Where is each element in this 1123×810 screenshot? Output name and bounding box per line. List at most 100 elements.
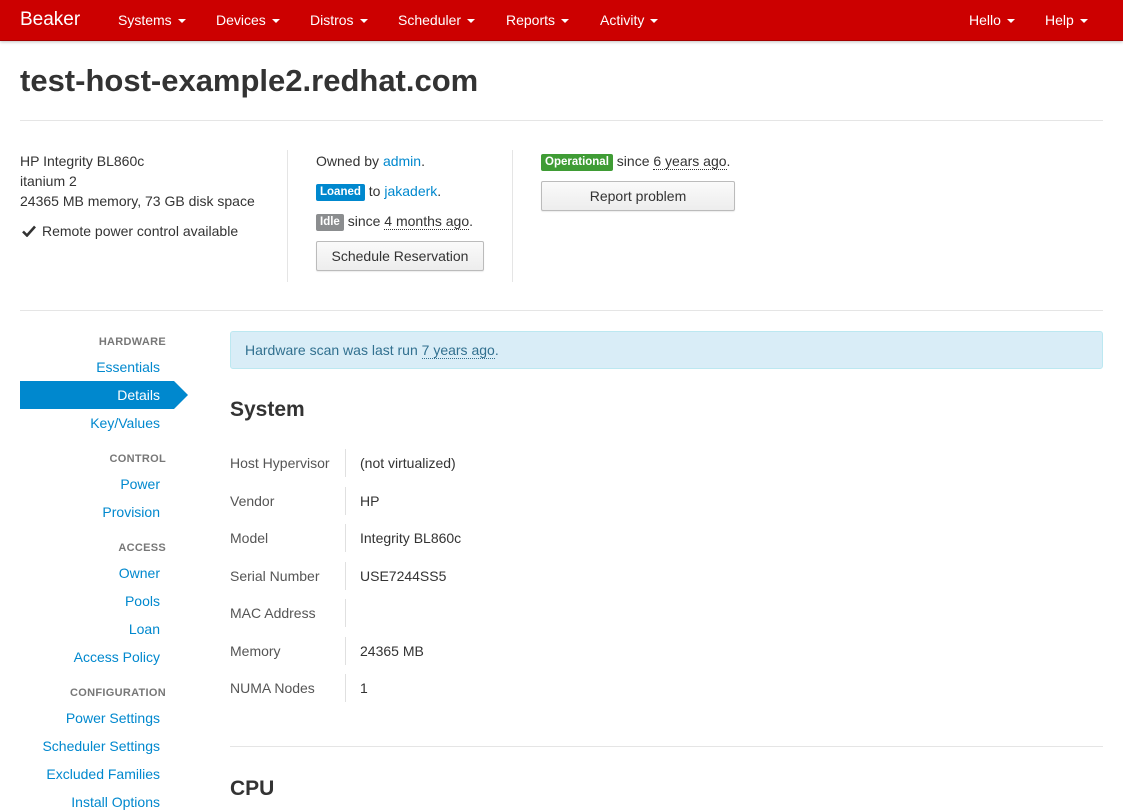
sidebar-item-access-policy[interactable]: Access Policy bbox=[74, 649, 160, 665]
divider bbox=[287, 150, 288, 282]
detail-label-memory: Memory bbox=[230, 643, 281, 659]
nav-scheduler-label: Scheduler bbox=[398, 12, 462, 28]
nav-hello[interactable]: Hello bbox=[969, 0, 1015, 40]
caret-down-icon bbox=[359, 19, 368, 24]
divider bbox=[230, 746, 1103, 747]
detail-label-serial-number: Serial Number bbox=[230, 568, 320, 584]
period: . bbox=[437, 183, 442, 199]
top-navbar: Beaker Systems Devices Distros Scheduler… bbox=[0, 0, 1123, 41]
nav-systems-label: Systems bbox=[118, 12, 172, 28]
idle-badge: Idle bbox=[316, 214, 344, 231]
sidebar-item-loan[interactable]: Loan bbox=[129, 621, 160, 637]
idle-status: Idle since 4 months ago. bbox=[316, 211, 473, 231]
sidebar-heading-configuration: CONFIGURATION bbox=[70, 687, 166, 699]
detail-value-model: Integrity BL860c bbox=[360, 530, 462, 546]
period: . bbox=[494, 342, 499, 358]
nav-help[interactable]: Help bbox=[1045, 0, 1088, 40]
sidebar-item-power[interactable]: Power bbox=[120, 476, 160, 492]
period: . bbox=[421, 153, 425, 169]
sidebar-heading-hardware: HARDWARE bbox=[98, 336, 166, 348]
detail-value-serial-number: USE7244SS5 bbox=[360, 568, 447, 584]
divider bbox=[345, 524, 346, 552]
nav-systems[interactable]: Systems bbox=[118, 0, 186, 40]
detail-value-numa-nodes: 1 bbox=[360, 680, 368, 696]
report-problem-button[interactable]: Report problem bbox=[541, 181, 735, 211]
nav-help-label: Help bbox=[1045, 12, 1074, 28]
divider bbox=[345, 562, 346, 590]
sidebar-heading-control: CONTROL bbox=[109, 453, 166, 465]
nav-distros-label: Distros bbox=[310, 12, 354, 28]
divider bbox=[345, 599, 346, 627]
caret-down-icon bbox=[561, 19, 570, 24]
detail-value-memory: 24365 MB bbox=[360, 643, 424, 659]
power-control-status: Remote power control available bbox=[22, 221, 238, 241]
sidebar-item-scheduler-settings[interactable]: Scheduler Settings bbox=[42, 738, 160, 754]
nav-distros[interactable]: Distros bbox=[310, 0, 368, 40]
section-title-cpu: CPU bbox=[230, 777, 275, 800]
alert-scan-time: 7 years ago bbox=[421, 342, 495, 359]
hardware-model: HP Integrity BL860c bbox=[20, 153, 145, 169]
loan-status: Loaned to jakaderk. bbox=[316, 181, 441, 201]
detail-value-vendor: HP bbox=[360, 493, 380, 509]
schedule-reservation-button[interactable]: Schedule Reservation bbox=[316, 241, 484, 271]
divider bbox=[345, 637, 346, 665]
sidebar-item-provision[interactable]: Provision bbox=[102, 504, 160, 520]
owned-by-label: Owned by bbox=[316, 153, 380, 169]
nav-activity-label: Activity bbox=[600, 12, 645, 28]
nav-scheduler[interactable]: Scheduler bbox=[398, 0, 476, 40]
idle-since-label: since bbox=[347, 213, 381, 229]
owned-by: Owned by admin. bbox=[316, 151, 425, 171]
condition-status: Operational since 6 years ago. bbox=[541, 151, 730, 171]
caret-down-icon bbox=[177, 19, 186, 24]
loaned-badge: Loaned bbox=[316, 184, 365, 201]
page-title: test-host-example2.redhat.com bbox=[20, 63, 479, 98]
condition-since-label: since bbox=[616, 153, 650, 169]
loaned-to-label: to bbox=[368, 183, 381, 199]
divider bbox=[345, 449, 346, 477]
caret-down-icon bbox=[467, 19, 476, 24]
active-arrow-icon bbox=[174, 381, 188, 409]
detail-label-mac-address: MAC Address bbox=[230, 605, 316, 621]
detail-label-host-hypervisor: Host Hypervisor bbox=[230, 455, 330, 471]
nav-activity[interactable]: Activity bbox=[600, 0, 659, 40]
hardware-arch: itanium 2 bbox=[20, 173, 77, 189]
divider bbox=[20, 120, 1103, 121]
idle-since-time: 4 months ago bbox=[384, 213, 470, 230]
divider bbox=[20, 310, 1103, 311]
sidebar-item-install-options[interactable]: Install Options bbox=[71, 794, 160, 810]
divider bbox=[345, 674, 346, 702]
divider bbox=[345, 487, 346, 515]
owner-link[interactable]: admin bbox=[383, 153, 421, 169]
section-title-system: System bbox=[230, 398, 305, 421]
alert-text: Hardware scan was last run bbox=[245, 342, 418, 358]
sidebar-item-excluded-families[interactable]: Excluded Families bbox=[46, 766, 160, 782]
detail-label-vendor: Vendor bbox=[230, 493, 275, 509]
caret-down-icon bbox=[650, 19, 659, 24]
sidebar-item-details-label[interactable]: Details bbox=[117, 381, 160, 409]
condition-since-time: 6 years ago bbox=[653, 153, 727, 170]
brand-logo[interactable]: Beaker bbox=[20, 0, 80, 40]
caret-down-icon bbox=[1006, 19, 1015, 24]
nav-reports-label: Reports bbox=[506, 12, 556, 28]
period: . bbox=[726, 153, 731, 169]
nav-devices[interactable]: Devices bbox=[216, 0, 280, 40]
sidebar-item-key-values[interactable]: Key/Values bbox=[90, 415, 160, 431]
check-icon bbox=[22, 225, 36, 237]
caret-down-icon bbox=[271, 19, 280, 24]
hardware-scan-alert: Hardware scan was last run 7 years ago. bbox=[230, 331, 1103, 369]
sidebar-item-owner[interactable]: Owner bbox=[119, 565, 160, 581]
sidebar-heading-access: ACCESS bbox=[118, 542, 166, 554]
power-control-label: Remote power control available bbox=[42, 223, 239, 239]
detail-label-numa-nodes: NUMA Nodes bbox=[230, 680, 315, 696]
sidebar-item-pools[interactable]: Pools bbox=[125, 593, 160, 609]
sidebar-item-power-settings[interactable]: Power Settings bbox=[66, 710, 160, 726]
nav-reports[interactable]: Reports bbox=[506, 0, 570, 40]
detail-label-model: Model bbox=[230, 530, 269, 546]
loanee-link[interactable]: jakaderk bbox=[384, 183, 437, 199]
period: . bbox=[469, 213, 474, 229]
hardware-memory-disk: 24365 MB memory, 73 GB disk space bbox=[20, 193, 255, 209]
caret-down-icon bbox=[1079, 19, 1088, 24]
operational-badge: Operational bbox=[541, 154, 613, 171]
nav-hello-label: Hello bbox=[969, 12, 1001, 28]
sidebar-item-essentials[interactable]: Essentials bbox=[96, 359, 160, 375]
